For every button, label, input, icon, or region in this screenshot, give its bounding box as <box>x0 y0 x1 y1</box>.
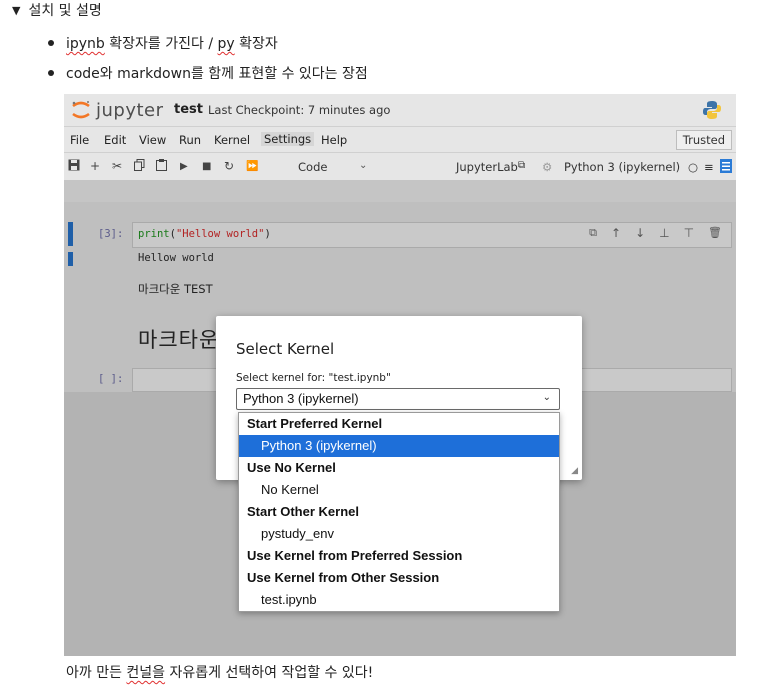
insert-above-icon[interactable]: ⊥ <box>659 226 669 240</box>
jupyter-logo-icon <box>72 101 90 119</box>
option-group-label: Start Other Kernel <box>247 504 359 519</box>
move-down-icon[interactable]: ↓ <box>635 226 645 240</box>
option-group-label: Use Kernel from Other Session <box>247 570 440 585</box>
fast-forward-icon[interactable]: ⏩ <box>246 161 258 172</box>
menu-kernel[interactable]: Kernel <box>214 133 250 147</box>
menu-run[interactable]: Run <box>179 133 201 147</box>
paste-icon[interactable] <box>156 159 167 174</box>
add-cell-icon[interactable]: + <box>90 159 100 173</box>
cell-output: Hellow world <box>138 252 214 264</box>
bullet-text: code와 markdown를 함께 표현할 수 있다는 장점 <box>66 66 368 82</box>
cell-prompt: [3]: <box>98 228 124 240</box>
section-heading[interactable]: ▼ 설치 및 설명 <box>12 0 102 20</box>
kernel-select[interactable]: Python 3 (ipykernel) ⌄ <box>236 388 560 410</box>
property-inspector-icon[interactable] <box>720 159 732 176</box>
delete-cell-icon[interactable]: 🗑 <box>708 226 722 240</box>
trusted-button[interactable]: Trusted <box>675 130 732 150</box>
jupyter-logo[interactable]: jupyter <box>70 99 164 121</box>
section-heading-text: 설치 및 설명 <box>28 3 102 19</box>
cell-type-select[interactable]: Code <box>298 160 327 174</box>
option-group-label: Use Kernel from Preferred Session <box>247 548 463 563</box>
menu-bar: File Edit View Run Kernel Settings Help … <box>64 126 736 153</box>
kernel-dropdown-list: Start Preferred Kernel Python 3 (ipykern… <box>238 412 560 612</box>
kernel-option[interactable]: pystudy_env <box>239 523 559 545</box>
output-cell-indicator <box>68 252 73 266</box>
kernel-option[interactable]: test.ipynb <box>239 589 559 611</box>
insert-below-icon[interactable]: ⊤ <box>684 226 694 240</box>
menu-help[interactable]: Help <box>321 133 347 147</box>
dialog-label: Select kernel for: "test.ipynb" <box>236 372 391 384</box>
resize-handle-icon[interactable]: ◢ <box>571 466 578 476</box>
cut-icon[interactable]: ✂ <box>112 159 122 173</box>
notebook-name[interactable]: test <box>174 102 203 117</box>
menu-icon[interactable]: ≡ <box>704 160 714 174</box>
restart-icon[interactable]: ↻ <box>224 159 234 173</box>
cell-prompt-empty: [ ]: <box>98 373 124 385</box>
jupyter-screenshot: jupyter test Last Checkpoint: 7 minutes … <box>64 94 736 656</box>
copy-icon[interactable] <box>134 159 145 174</box>
bullet-dot-icon <box>48 70 54 76</box>
notebook-toolbar: + ✂ ▶ ■ ↻ ⏩ Code ⌄ JupyterLab ⧉ ⚙ Python… <box>64 152 736 181</box>
caption-text: 아까 만든 컨널을 자유롭게 선택하여 작업할 수 있다! <box>66 665 374 681</box>
menu-view[interactable]: View <box>139 133 166 147</box>
save-icon[interactable] <box>68 159 80 174</box>
cell-toolbar: ⧉ ↑ ↓ ⊥ ⊤ 🗑 <box>589 226 722 240</box>
external-link-icon: ⧉ <box>518 160 526 171</box>
code-text: print("Hellow world") <box>138 228 271 240</box>
jupyter-logo-text: jupyter <box>96 99 164 121</box>
python-logo-icon <box>703 101 721 119</box>
notebook-top-strip <box>64 180 736 202</box>
option-group-label: Use No Kernel <box>247 460 336 475</box>
kernel-option[interactable]: No Kernel <box>239 479 559 501</box>
last-checkpoint: Last Checkpoint: 7 minutes ago <box>208 103 391 117</box>
bullet-item: ipynb 확장자를 가진다 / py 확장자 <box>48 33 278 53</box>
bullet-text: ipynb 확장자를 가진다 / py 확장자 <box>66 36 278 52</box>
move-up-icon[interactable]: ↑ <box>611 226 621 240</box>
stop-icon[interactable]: ■ <box>202 161 211 172</box>
kernel-select-value: Python 3 (ipykernel) <box>243 391 359 406</box>
menu-edit[interactable]: Edit <box>104 133 126 147</box>
gear-icon: ⚙ <box>542 160 553 174</box>
chevron-down-icon[interactable]: ⌄ <box>543 392 551 403</box>
collapse-triangle-icon[interactable]: ▼ <box>12 4 20 17</box>
markdown-heading: 마크타운 <box>138 328 220 352</box>
active-cell-indicator <box>68 222 73 246</box>
markdown-text: 마크다운 TEST <box>138 282 213 296</box>
jupyterlab-link[interactable]: JupyterLab <box>456 160 518 174</box>
duplicate-cell-icon[interactable]: ⧉ <box>589 226 597 240</box>
jupyter-header: jupyter test Last Checkpoint: 7 minutes … <box>64 94 736 126</box>
menu-file[interactable]: File <box>70 133 89 147</box>
kernel-option[interactable]: Python 3 (ipykernel) <box>239 435 559 457</box>
option-group-label: Start Preferred Kernel <box>247 416 383 431</box>
menu-settings[interactable]: Settings <box>261 132 315 146</box>
kernel-status-icon: ○ <box>688 160 699 174</box>
chevron-down-icon[interactable]: ⌄ <box>359 160 367 171</box>
run-icon[interactable]: ▶ <box>180 161 188 172</box>
bullet-item: code와 markdown를 함께 표현할 수 있다는 장점 <box>48 63 368 83</box>
kernel-name[interactable]: Python 3 (ipykernel) <box>564 160 680 174</box>
bullet-dot-icon <box>48 40 54 46</box>
dialog-title: Select Kernel <box>236 340 335 358</box>
